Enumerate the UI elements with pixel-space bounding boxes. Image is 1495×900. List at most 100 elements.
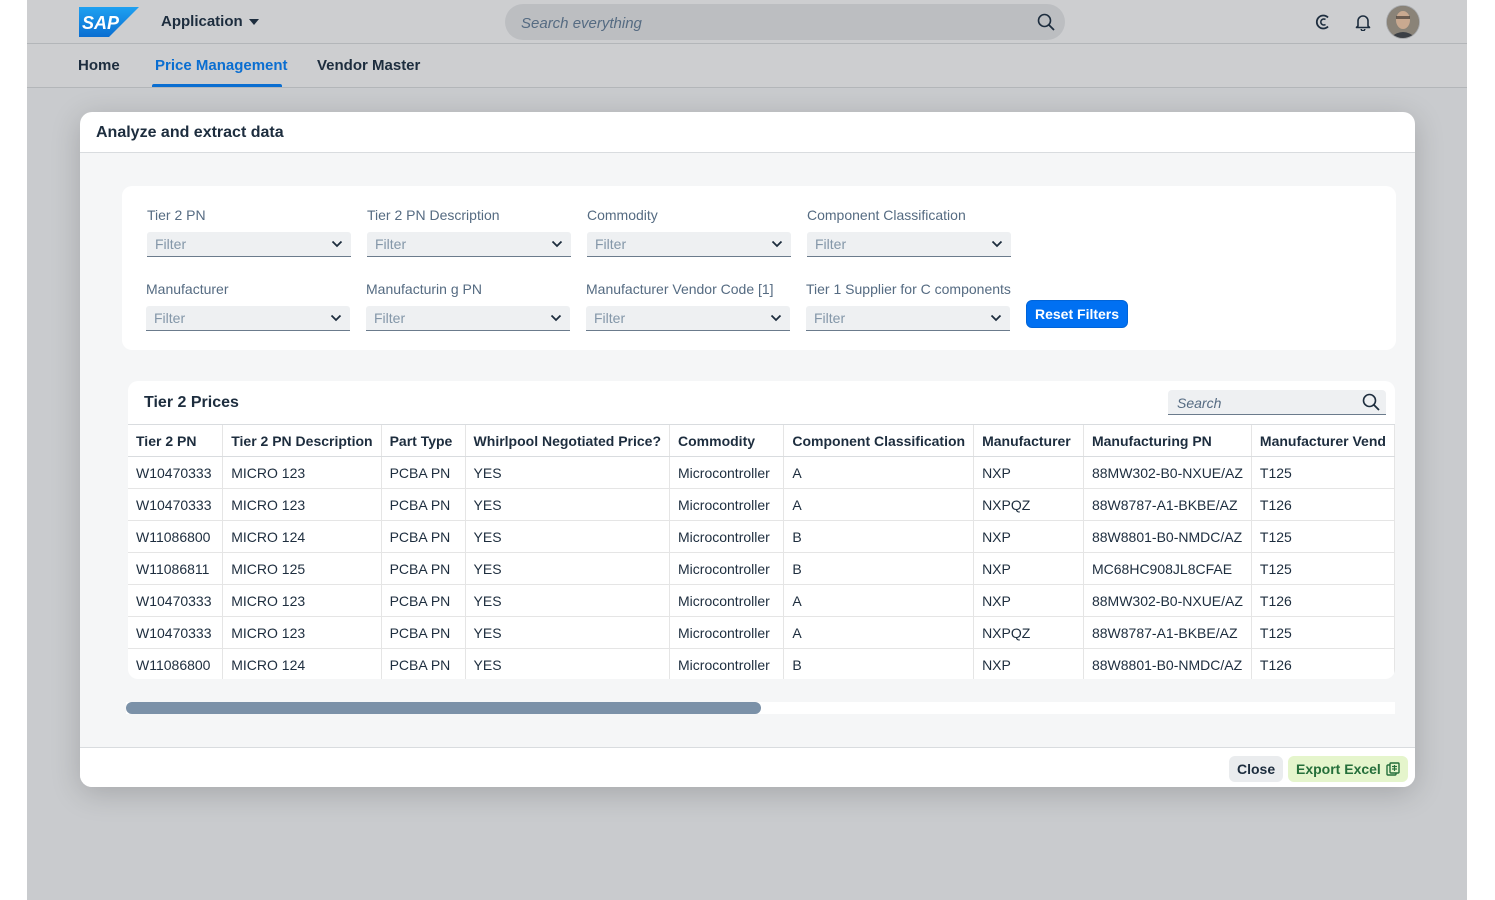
dialog-header: Analyze and extract data xyxy=(80,112,1415,153)
table-cell: T125 xyxy=(1251,456,1395,489)
chevron-down-icon xyxy=(991,240,1003,248)
table-cell: YES xyxy=(465,616,671,649)
table-cell: T126 xyxy=(1251,488,1395,521)
filter-select[interactable]: Filter xyxy=(806,306,1010,331)
table-cell: A xyxy=(783,616,975,649)
filter-placeholder: Filter xyxy=(595,236,627,252)
caret-down-icon xyxy=(248,18,259,25)
filter-label: Tier 2 PN Description xyxy=(367,207,500,223)
tier2-prices-table: Tier 2 PN Tier 2 PN Description Part Type W… xyxy=(128,425,1395,679)
table-search[interactable] xyxy=(1168,390,1386,416)
column-header[interactable]: Manufacturer Vend xyxy=(1251,425,1395,457)
table-row[interactable]: W11086800 MICRO 124 PCBA PN YES Microcontrol… xyxy=(128,520,1395,553)
table-cell: W11086800 xyxy=(128,520,224,553)
table-cell: T126 xyxy=(1251,584,1395,617)
table-cell: YES xyxy=(465,552,671,585)
table-cell: NXP xyxy=(973,520,1084,553)
analyze-dialog: Analyze and extract data Tier 2 PN Filte… xyxy=(80,112,1415,787)
column-header[interactable]: Manufacturing PN xyxy=(1083,425,1252,457)
filter-label: Manufacturer Vendor Code [1] xyxy=(586,281,774,297)
table-cell: W10470333 xyxy=(128,584,224,617)
table-cell: B xyxy=(783,648,975,679)
bell-icon[interactable] xyxy=(1353,12,1373,32)
chevron-down-icon xyxy=(550,314,562,322)
table-cell: A xyxy=(783,488,975,521)
global-search-input[interactable] xyxy=(519,4,1023,42)
table-search-input[interactable] xyxy=(1175,390,1359,416)
table-cell: T126 xyxy=(1251,648,1395,679)
table-grid: Tier 2 PN Tier 2 PN Description Part Type W… xyxy=(128,424,1395,679)
table-cell: MICRO 123 xyxy=(222,616,382,649)
column-header[interactable]: Part Type xyxy=(381,425,466,457)
table-title: Tier 2 Prices xyxy=(144,394,239,411)
horizontal-scrollbar[interactable] xyxy=(126,702,1395,714)
table-cell: W10470333 xyxy=(128,616,224,649)
export-excel-button[interactable]: Export Excel xyxy=(1288,756,1408,782)
column-header[interactable]: Component Classification xyxy=(783,425,975,457)
search-icon[interactable] xyxy=(1362,393,1380,411)
table-cell: PCBA PN xyxy=(381,648,466,679)
tab-home[interactable]: Home xyxy=(78,57,120,74)
column-header[interactable]: Tier 2 PN xyxy=(128,425,224,457)
table-row[interactable]: W10470333 MICRO 123 PCBA PN YES Microcontrol… xyxy=(128,456,1395,489)
table-cell: T125 xyxy=(1251,520,1395,553)
scrollbar-thumb[interactable] xyxy=(126,702,761,714)
close-button[interactable]: Close xyxy=(1229,756,1284,782)
table-cell: NXP xyxy=(973,648,1084,679)
table-body: W10470333 MICRO 123 PCBA PN YES Microcontrol… xyxy=(128,456,1395,679)
filter-select[interactable]: Filter xyxy=(807,232,1011,257)
column-header[interactable]: Tier 2 PN Description xyxy=(222,425,382,457)
table-cell: MICRO 125 xyxy=(222,552,382,585)
sap-logo[interactable]: SAP xyxy=(79,7,139,37)
dialog-content: Tier 2 PN Filter Tier 2 PN Description F… xyxy=(80,153,1415,747)
table-cell: T125 xyxy=(1251,552,1395,585)
table-row[interactable]: W10470333 MICRO 123 PCBA PN YES Microcontrol… xyxy=(128,616,1395,649)
active-tab-indicator xyxy=(152,84,282,87)
filter-select[interactable]: Filter xyxy=(367,232,571,257)
filter-select[interactable]: Filter xyxy=(366,306,570,331)
filter-placeholder: Filter xyxy=(594,310,626,326)
tab-price-management[interactable]: Price Management xyxy=(155,57,288,74)
app-shell: SAP Application Home Price Management Ve… xyxy=(27,0,1467,900)
copilot-icon[interactable] xyxy=(1313,12,1333,32)
table-cell: YES xyxy=(465,488,671,521)
table-row[interactable]: W10470333 MICRO 123 PCBA PN YES Microcontrol… xyxy=(128,584,1395,617)
filter-placeholder: Filter xyxy=(155,236,187,252)
table-cell: PCBA PN xyxy=(381,456,466,489)
filter-select[interactable]: Filter xyxy=(587,232,791,257)
table-row[interactable]: W10470333 MICRO 123 PCBA PN YES Microcontrol… xyxy=(128,488,1395,521)
table-cell: T125 xyxy=(1251,616,1395,649)
column-header[interactable]: Manufacturer xyxy=(973,425,1084,457)
column-header[interactable]: Commodity xyxy=(669,425,785,457)
global-search[interactable] xyxy=(505,4,1065,42)
tab-vendor-master[interactable]: Vendor Master xyxy=(317,57,420,74)
filter-manufacturer: Manufacturer Filter xyxy=(146,280,350,331)
table-cell: Microcontroller xyxy=(669,648,785,679)
user-avatar[interactable] xyxy=(1387,6,1419,38)
chevron-down-icon xyxy=(551,240,563,248)
table-row[interactable]: W11086800 MICRO 124 PCBA PN YES Microcontrol… xyxy=(128,648,1395,679)
table-cell: 88W8801-B0-NMDC/AZ xyxy=(1083,648,1252,679)
table-row[interactable]: W11086811 MICRO 125 PCBA PN YES Microcontrol… xyxy=(128,552,1395,585)
filter-component-classification: Component Classification Filter xyxy=(807,206,1011,257)
table-cell: W10470333 xyxy=(128,488,224,521)
filter-commodity: Commodity Filter xyxy=(587,206,791,257)
table-cell: W10470333 xyxy=(128,456,224,489)
filter-label: Manufacturin g PN xyxy=(366,281,482,297)
filter-select[interactable]: Filter xyxy=(147,232,351,257)
table-cell: YES xyxy=(465,520,671,553)
table-cell: 88W8787-A1-BKBE/AZ xyxy=(1083,488,1252,521)
app-title-menu[interactable]: Application xyxy=(161,13,259,30)
table-cell: YES xyxy=(465,584,671,617)
top-navigation: Home Price Management Vendor Master xyxy=(27,44,1467,88)
filter-placeholder: Filter xyxy=(815,236,847,252)
column-header[interactable]: Whirlpool Negotiated Price? xyxy=(465,425,671,457)
filter-select[interactable]: Filter xyxy=(586,306,790,331)
table-cell: B xyxy=(783,520,975,553)
filter-select[interactable]: Filter xyxy=(146,306,350,331)
table-cell: NXP xyxy=(973,584,1084,617)
search-icon[interactable] xyxy=(1037,13,1055,31)
reset-filters-button[interactable]: Reset Filters xyxy=(1026,300,1129,328)
filter-tier2-pn-description: Tier 2 PN Description Filter xyxy=(367,206,571,257)
table-cell: 88MW302-B0-NXUE/AZ xyxy=(1083,584,1252,617)
